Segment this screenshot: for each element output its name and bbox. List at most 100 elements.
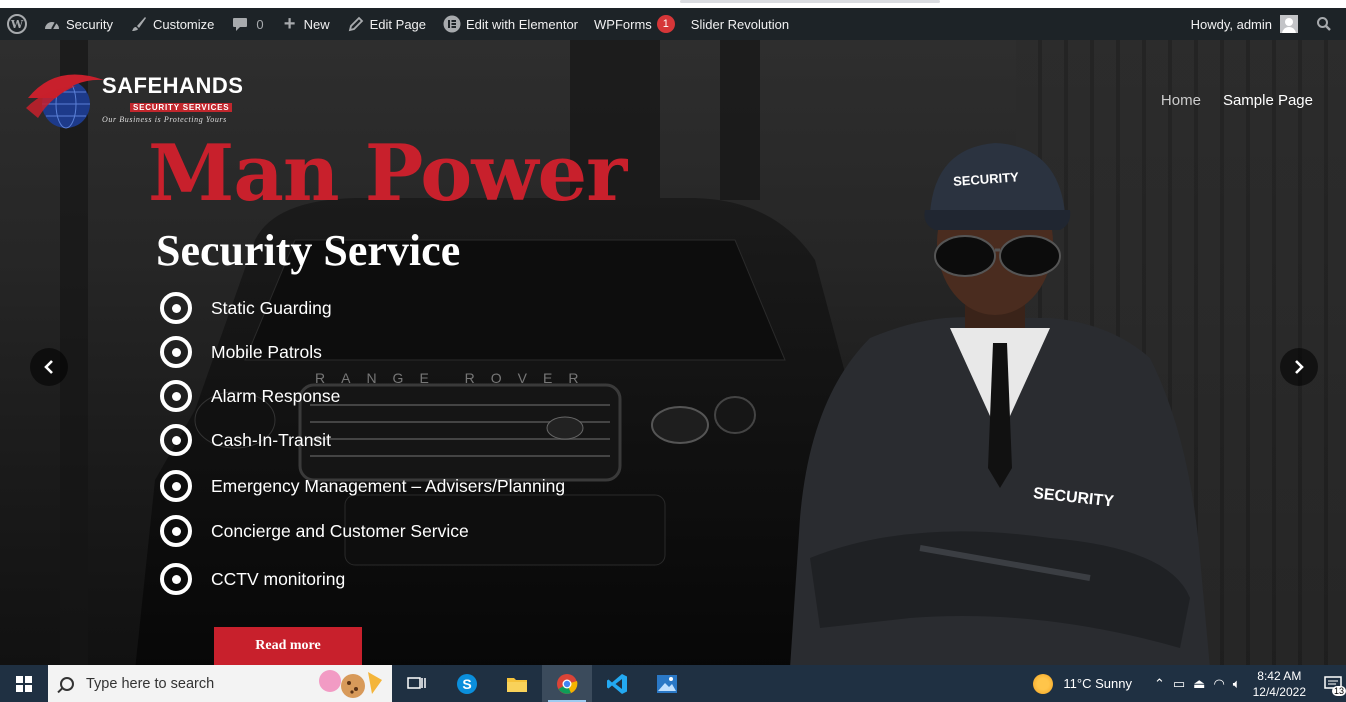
new-content-menu[interactable]: + New [272,8,338,40]
taskbar-search-placeholder: Type here to search [86,675,215,692]
usb-device-icon[interactable]: ⏏ [1193,676,1205,692]
background-tree [60,40,88,665]
site-logo[interactable]: SAFEHANDS SECURITY SERVICES Our Business… [26,68,243,130]
task-view-icon [407,676,426,689]
logo-tagline: Our Business is Protecting Yours [102,114,227,124]
service-label: CCTV monitoring [211,568,346,589]
clock-date: 12/4/2022 [1252,684,1306,699]
service-item: Concierge and Customer Service [160,515,469,547]
new-label: New [303,16,330,32]
comments-count: 0 [256,16,264,32]
service-label: Emergency Management – Advisers/Planning [211,475,566,496]
bullet-ring-icon [160,563,192,595]
wpforms-label: WPForms [594,16,652,32]
weather-label: 11°C Sunny [1063,676,1132,691]
task-view-button[interactable] [392,665,442,702]
wordpress-logo-menu[interactable]: W [0,8,34,40]
logo-subtitle: SECURITY SERVICES [130,102,233,112]
slider-prev-arrow-icon[interactable] [30,348,68,386]
edit-with-elementor-link[interactable]: Edit with Elementor [434,8,586,40]
globe-shield-logo-icon [26,74,104,129]
primary-nav: Home Sample Page [1161,92,1313,109]
service-item: Emergency Management – Advisers/Planning [160,470,565,502]
search-icon [1314,14,1334,34]
tray-icons: ⌃ ▭ ⏏ ◠ 🔈︎ [1154,676,1241,692]
notification-center-button[interactable]: 13 [1320,665,1346,702]
chrome-icon [557,673,578,694]
taskbar-app-vscode[interactable] [592,665,642,702]
site-name-menu[interactable]: Security [34,8,121,40]
hero-subheadline: Security Service [156,226,461,275]
dashboard-gauge-icon [42,14,62,34]
bullet-ring-icon [160,470,192,502]
service-label: Static Guarding [211,297,332,318]
car-badge-text: RANGE ROVER [315,370,594,386]
wpforms-notification-badge: 1 [656,15,675,33]
hero-headline: Man Power [148,128,627,219]
service-item: Mobile Patrols [160,336,322,368]
service-item: Cash-In-Transit [160,424,331,456]
wp-admin-bar: W Security Customize 0 + New Edit Page E… [0,8,1346,40]
cookie-doodle-icon [319,670,382,698]
taskbar-search-box[interactable]: Type here to search [48,665,392,702]
taskbar-app-skype[interactable]: S [442,665,492,702]
windows-logo-icon [16,675,32,692]
system-tray: 11°C Sunny ⌃ ▭ ⏏ ◠ 🔈︎ 8:42 AM 12/4/2022 … [1033,665,1346,702]
hero-slider: RANGE ROVER SECURITY SECURITY SAFEHANDS … [0,40,1346,665]
comment-bubble-icon [230,14,250,34]
service-label: Mobile Patrols [211,341,322,362]
taskbar-app-file-explorer[interactable] [492,665,542,702]
nav-item-sample-page[interactable]: Sample Page [1223,92,1313,109]
edit-with-elementor-label: Edit with Elementor [466,16,579,32]
clock-time: 8:42 AM [1257,668,1302,683]
slider-revolution-menu[interactable]: Slider Revolution [683,8,797,40]
service-label: Alarm Response [211,385,341,406]
customize-link[interactable]: Customize [121,8,222,40]
service-item: Alarm Response [160,380,340,412]
comments-link[interactable]: 0 [222,8,271,40]
service-item: CCTV monitoring [160,563,345,595]
read-more-button[interactable]: Read more [214,627,362,665]
bullet-ring-icon [160,292,192,324]
taskbar-app-chrome[interactable] [542,665,592,702]
weather-widget[interactable]: 11°C Sunny [1033,673,1132,694]
elementor-icon [442,14,462,34]
notification-count-badge: 13 [1331,686,1346,696]
site-name-label: Security [66,16,113,32]
slider-revolution-label: Slider Revolution [690,16,790,32]
background-tree [720,40,760,200]
service-label: Cash-In-Transit [211,429,331,450]
bullet-ring-icon [160,380,192,412]
logo-name: SAFEHANDS [102,72,244,98]
bullet-ring-icon [160,424,192,456]
customize-label: Customize [152,16,215,32]
slider-next-arrow-icon[interactable] [1280,348,1318,386]
windows-taskbar: Type here to search S 11°C Sunny ⌃ ▭ ⏏ ◠… [0,665,1346,702]
pencil-icon [346,14,366,34]
admin-search[interactable] [1306,8,1346,40]
bullet-ring-icon [160,336,192,368]
svg-text:S: S [462,676,471,692]
browser-top-strip [0,0,1346,8]
nav-item-home[interactable]: Home [1161,92,1201,109]
skype-icon: S [457,673,477,694]
edit-page-label: Edit Page [369,16,427,32]
service-label: Concierge and Customer Service [211,520,469,541]
vscode-icon [607,673,627,694]
bullet-ring-icon [160,515,192,547]
battery-icon[interactable]: ▭ [1173,676,1185,692]
volume-icon[interactable]: 🔈︎ [1233,676,1241,692]
plus-icon: + [283,12,296,35]
my-account-menu[interactable]: Howdy, admin [1183,8,1306,40]
photos-icon [657,674,677,693]
edit-page-link[interactable]: Edit Page [338,8,434,40]
wpforms-menu[interactable]: WPForms 1 [586,8,683,40]
service-item: Static Guarding [160,292,332,324]
start-button[interactable] [0,665,48,702]
taskbar-app-photos[interactable] [642,665,692,702]
avatar [1280,15,1298,33]
wifi-icon[interactable]: ◠ [1213,676,1224,692]
chevron-up-icon[interactable]: ⌃ [1154,676,1165,692]
sunny-weather-icon [1033,673,1054,694]
taskbar-clock[interactable]: 8:42 AM 12/4/2022 [1253,668,1306,700]
